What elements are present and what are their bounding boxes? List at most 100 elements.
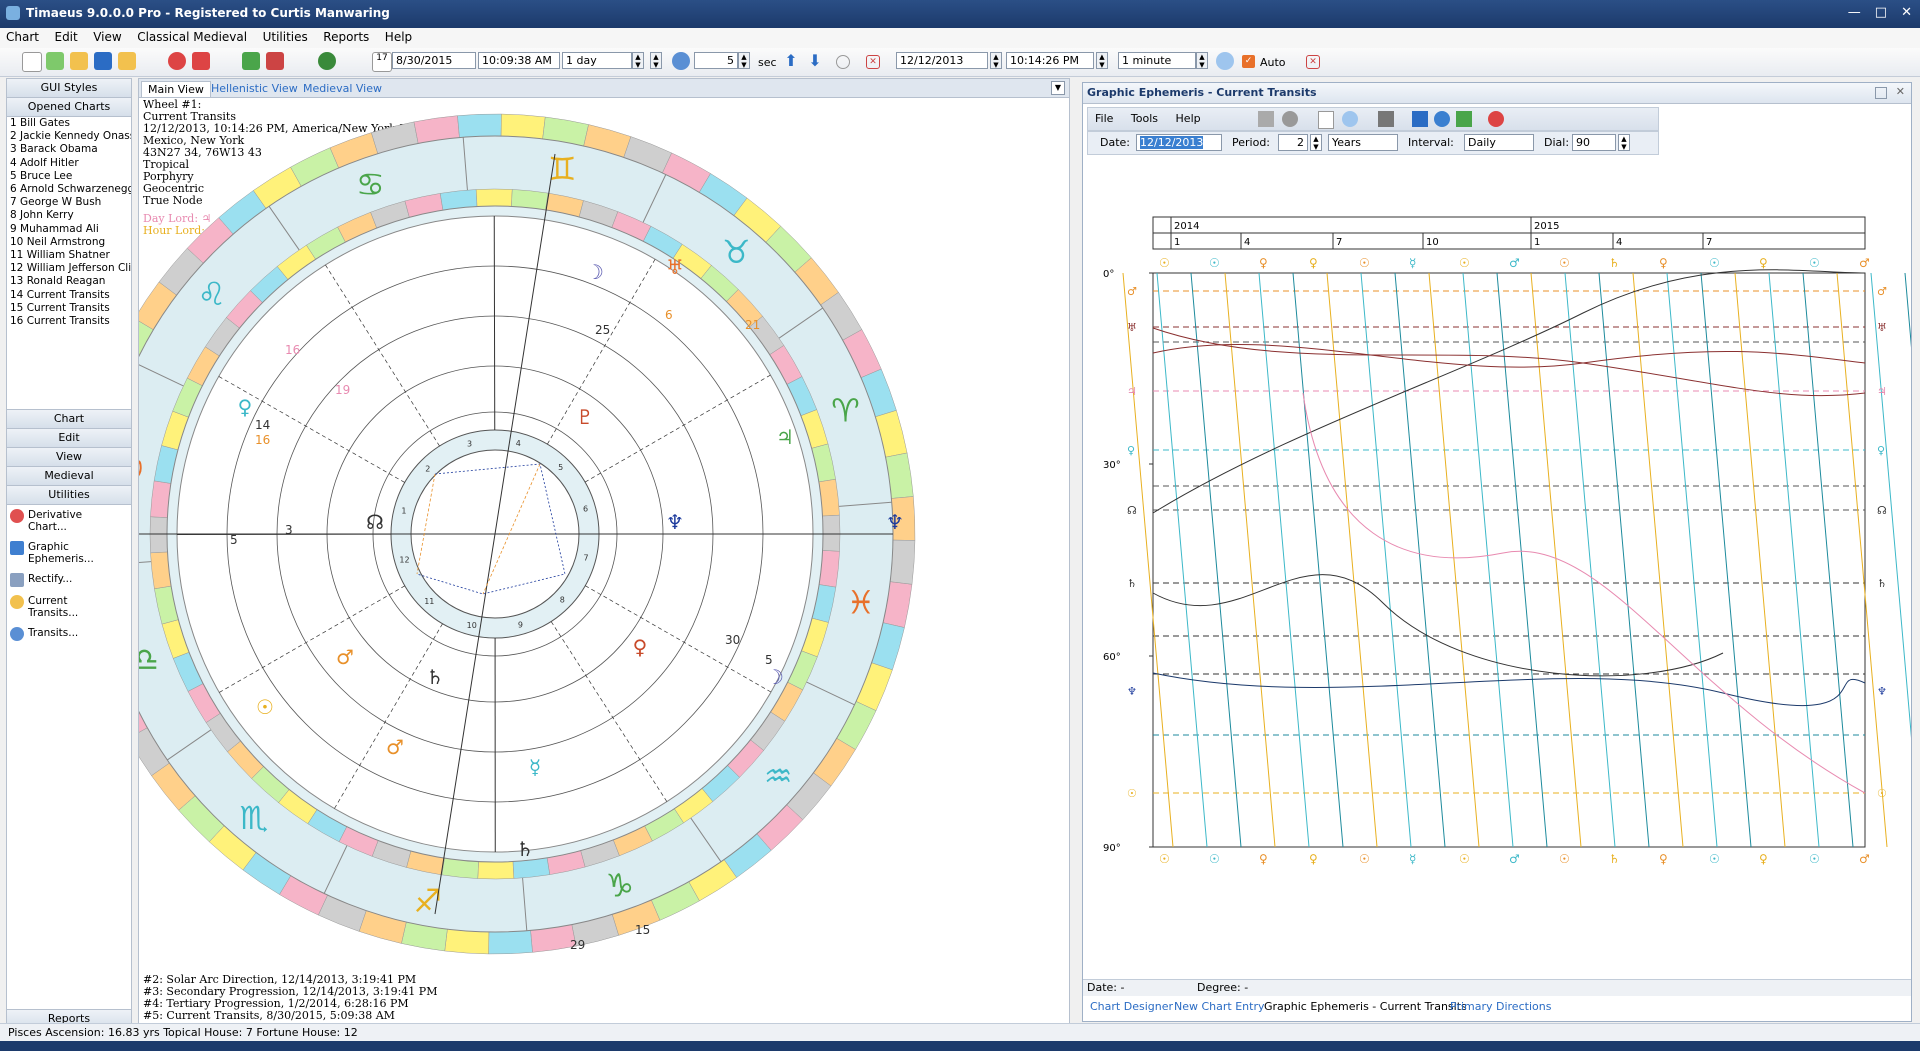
restore-icon[interactable] — [1875, 87, 1887, 99]
accept-icon[interactable] — [242, 52, 260, 70]
menu-utilities[interactable]: Utilities — [257, 28, 314, 46]
menu-help[interactable]: Help — [1169, 108, 1208, 129]
list-item[interactable]: 10 Neil Armstrong — [7, 236, 131, 249]
end-step-select[interactable]: 1 minute — [1118, 52, 1196, 69]
current-transits-item[interactable]: Current Transits... — [7, 591, 131, 623]
menu-help[interactable]: Help — [379, 28, 418, 46]
menu-view[interactable]: View — [87, 28, 127, 46]
step-spinner[interactable]: ▲ ▼ — [632, 52, 644, 69]
save-icon[interactable] — [94, 52, 112, 70]
end-date-input[interactable]: 12/12/2013 — [896, 52, 988, 69]
help-lifebuoy-icon[interactable] — [1488, 111, 1504, 127]
list-item[interactable]: 3 Barack Obama — [7, 143, 131, 156]
chart-wheel-icon[interactable] — [168, 52, 186, 70]
maximize-button[interactable]: □ — [1875, 5, 1887, 20]
graphic-ephemeris-item[interactable]: Graphic Ephemeris... — [7, 537, 131, 569]
globe-icon[interactable] — [318, 52, 336, 70]
open-folder-icon[interactable] — [70, 52, 88, 70]
clock-icon[interactable] — [1342, 111, 1358, 127]
tab-new-chart-entry[interactable]: New Chart Entry — [1174, 1000, 1264, 1013]
chart-wheel[interactable]: ♓♒♑♐♏♎♍♌♋♊♉♈☉♂♀♅☽♆♆♄☊♇♃♄☿♀☽♂256211619141… — [139, 97, 1069, 977]
opened-charts-header[interactable]: Opened Charts — [7, 98, 131, 117]
list-item[interactable]: 7 George W Bush — [7, 196, 131, 209]
bar-chart-icon[interactable] — [1258, 111, 1274, 127]
period-input[interactable]: 2 — [1278, 134, 1308, 151]
end-step-spinner[interactable]: ▲ ▼ — [1196, 52, 1208, 69]
end-date-spinner[interactable]: ▲ ▼ — [990, 52, 1002, 69]
stop-auto-icon[interactable]: ✕ — [1306, 55, 1320, 69]
dial-spinner[interactable]: ▲ ▼ — [1618, 134, 1630, 151]
list-item[interactable]: 4 Adolf Hitler — [7, 157, 131, 170]
calendar-icon[interactable]: 17 — [372, 52, 392, 72]
list-item[interactable]: 1 Bill Gates — [7, 117, 131, 130]
count-input[interactable]: 5 — [694, 52, 738, 69]
start-time-input[interactable]: 10:09:38 AM — [478, 52, 560, 69]
close-button[interactable]: ✕ — [1901, 5, 1912, 20]
tab-graphic-ephemeris[interactable]: Graphic Ephemeris - Current Transits — [1264, 1000, 1467, 1013]
minimize-button[interactable]: — — [1848, 5, 1861, 20]
arrow-down-icon[interactable]: ⬇ — [806, 52, 824, 70]
rectify-item[interactable]: Rectify... — [7, 569, 131, 591]
list-item[interactable]: 14 Current Transits — [7, 289, 131, 302]
menu-tools[interactable]: Tools — [1124, 108, 1165, 129]
close-panel-icon[interactable]: ✕ — [1896, 85, 1905, 98]
list-item[interactable]: 15 Current Transits — [7, 302, 131, 315]
print-icon[interactable] — [1378, 111, 1394, 127]
stop-circle-icon[interactable] — [836, 55, 850, 69]
new-file-icon[interactable] — [1318, 111, 1334, 129]
tab-dropdown-icon[interactable]: ▼ — [1051, 81, 1065, 95]
end-time-spinner[interactable]: ▲ ▼ — [1096, 52, 1108, 69]
tab-chart-designer[interactable]: Chart Designer — [1090, 1000, 1173, 1013]
menu-reports[interactable]: Reports — [317, 28, 375, 46]
tab-hellenistic-view[interactable]: Hellenistic View — [205, 81, 304, 96]
dial-input[interactable]: 90 — [1572, 134, 1616, 151]
save-all-icon[interactable] — [118, 52, 136, 70]
arrow-up-icon[interactable]: ⬆ — [782, 52, 800, 70]
tab-medieval-view[interactable]: Medieval View — [297, 81, 388, 96]
list-item[interactable]: 9 Muhammad Ali — [7, 223, 131, 236]
count-spinner[interactable]: ▲ ▼ — [738, 52, 750, 69]
reload-icon[interactable] — [1434, 111, 1450, 127]
interval-select[interactable]: Daily — [1464, 134, 1534, 151]
transits-item[interactable]: Transits... — [7, 623, 131, 645]
export-icon[interactable] — [1456, 111, 1472, 127]
menu-edit[interactable]: Edit — [48, 28, 83, 46]
list-item[interactable]: 11 William Shatner — [7, 249, 131, 262]
section-medieval[interactable]: Medieval — [7, 467, 131, 486]
start-date-input[interactable]: 8/30/2015 — [392, 52, 476, 69]
period-unit-select[interactable]: Years — [1328, 134, 1398, 151]
gui-styles-header[interactable]: GUI Styles — [7, 79, 131, 98]
section-view[interactable]: View — [7, 448, 131, 467]
date-input[interactable]: 12/12/2013 — [1136, 134, 1222, 151]
refresh-icon[interactable] — [46, 52, 64, 70]
ephemeris-graph[interactable]: 2014 2015 1 4 7 10 1 4 7 0° 30° 60° 90° ☉ ☉ ☉ ☉ ♀ ♀ ♀ ♀ ☉ ☉ ☿ ☿ ☉… — [1083, 159, 1911, 979]
cancel-icon[interactable]: ✕ — [866, 55, 880, 69]
list-item[interactable]: 5 Bruce Lee — [7, 170, 131, 183]
list-item[interactable]: 12 William Jefferson Clinton — [7, 262, 131, 275]
list-item[interactable]: 8 John Kerry — [7, 209, 131, 222]
menu-classical-medieval[interactable]: Classical Medieval — [131, 28, 253, 46]
gear-icon[interactable] — [1282, 111, 1298, 127]
list-item[interactable]: 2 Jackie Kennedy Onassis — [7, 130, 131, 143]
list-item[interactable]: 16 Current Transits — [7, 315, 131, 328]
list-item[interactable]: 6 Arnold Schwarzenegger — [7, 183, 131, 196]
period-spinner[interactable]: ▲ ▼ — [1310, 134, 1322, 151]
derivative-chart-item[interactable]: Derivative Chart... — [7, 505, 131, 537]
save-icon[interactable] — [1412, 111, 1428, 127]
clock-icon[interactable] — [1216, 52, 1234, 70]
menu-chart[interactable]: Chart — [0, 28, 45, 46]
section-utilities[interactable]: Utilities — [7, 486, 131, 505]
reject-icon[interactable] — [266, 52, 284, 70]
end-time-input[interactable]: 10:14:26 PM — [1006, 52, 1094, 69]
menu-file[interactable]: File — [1088, 108, 1120, 129]
delete-chart-icon[interactable] — [192, 52, 210, 70]
tab-main-view[interactable]: Main View — [141, 81, 211, 97]
list-item[interactable]: 13 Ronald Reagan — [7, 275, 131, 288]
section-edit[interactable]: Edit — [7, 429, 131, 448]
step-select[interactable]: 1 day — [562, 52, 632, 69]
new-file-icon[interactable] — [22, 52, 42, 72]
step-spinner-2[interactable]: ▲ ▼ — [650, 52, 662, 69]
auto-checkbox[interactable]: ✓ — [1242, 55, 1255, 68]
animate-icon[interactable] — [672, 52, 690, 70]
section-chart[interactable]: Chart — [7, 409, 131, 429]
